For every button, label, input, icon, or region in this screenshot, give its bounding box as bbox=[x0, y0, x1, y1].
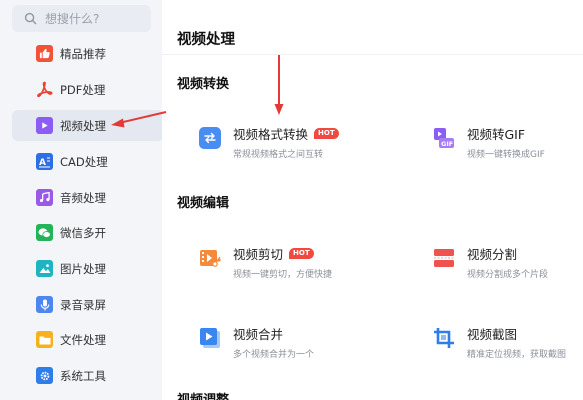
gif-icon: GIF bbox=[433, 127, 455, 149]
sidebar-item-audio[interactable]: 音频处理 bbox=[12, 182, 164, 213]
wechat-icon bbox=[36, 224, 53, 241]
convert-arrows-icon bbox=[199, 127, 221, 149]
tool-description: 视频分割成多个片段 bbox=[467, 270, 549, 280]
sidebar-item-video[interactable]: 视频处理 bbox=[12, 110, 164, 141]
svg-text:GIF: GIF bbox=[441, 140, 453, 148]
hot-badge: HOT bbox=[289, 248, 314, 259]
sidebar-item-label: 系统工具 bbox=[60, 368, 106, 383]
divider bbox=[162, 54, 583, 55]
sidebar-item-wechat[interactable]: 微信多开 bbox=[12, 217, 164, 248]
sidebar-item-label: 音频处理 bbox=[60, 190, 106, 205]
sidebar-item-label: 图片处理 bbox=[60, 261, 106, 276]
tool-name: 视频格式转换 bbox=[233, 127, 309, 142]
search-placeholder: 想搜什么? bbox=[45, 12, 100, 26]
sidebar-item-label: 精品推荐 bbox=[60, 46, 106, 61]
tool-description: 视频一键剪切，方便快捷 bbox=[233, 270, 333, 280]
hot-badge: HOT bbox=[314, 128, 339, 139]
sidebar-item-label: CAD处理 bbox=[60, 154, 108, 169]
tool-description: 常规视频格式之间互转 bbox=[233, 150, 324, 160]
sidebar-item-image[interactable]: 图片处理 bbox=[12, 253, 164, 284]
search-input[interactable]: 想搜什么? bbox=[12, 5, 151, 32]
tool-description: 多个视频合并为一个 bbox=[233, 350, 315, 360]
tool-name: 视频转GIF bbox=[467, 127, 526, 142]
sidebar-item-recording[interactable]: 录音录屏 bbox=[12, 289, 164, 320]
tool-video-to-gif[interactable]: GIF 视频转GIF 视频一键转换成GIF bbox=[433, 124, 545, 160]
tool-name: 视频分割 bbox=[467, 247, 518, 262]
section-title: 视频编辑 bbox=[177, 196, 230, 211]
merge-play-icon bbox=[199, 327, 221, 349]
main-panel: 视频处理 视频转换 视频格式转换 HOT 常规视频格式之间互转 GIF 视频转GI… bbox=[162, 0, 583, 400]
tool-video-split[interactable]: 视频分割 视频分割成多个片段 bbox=[433, 244, 548, 280]
sidebar-item-file[interactable]: 文件处理 bbox=[12, 324, 164, 355]
cad-icon: A bbox=[36, 153, 53, 170]
thumbs-up-icon bbox=[36, 45, 53, 62]
film-scissors-icon bbox=[199, 247, 221, 269]
sidebar-item-recommended[interactable]: 精品推荐 bbox=[12, 38, 164, 69]
sidebar-item-label: 视频处理 bbox=[60, 118, 106, 133]
pdf-icon bbox=[36, 81, 53, 98]
tool-description: 视频一键转换成GIF bbox=[467, 150, 545, 160]
tool-description: 精准定位视频，获取截图 bbox=[467, 350, 567, 360]
play-icon bbox=[36, 117, 53, 134]
sidebar-item-label: 微信多开 bbox=[60, 225, 106, 240]
tool-name: 视频合并 bbox=[233, 327, 284, 342]
tool-name: 视频剪切 bbox=[233, 247, 284, 262]
section-title: 视频调整 bbox=[177, 389, 229, 400]
gear-icon bbox=[36, 367, 53, 384]
tool-video-cut[interactable]: 视频剪切 HOT 视频一键剪切，方便快捷 bbox=[199, 244, 332, 280]
sidebar-item-cad[interactable]: A CAD处理 bbox=[12, 146, 164, 177]
tool-video-format-convert[interactable]: 视频格式转换 HOT 常规视频格式之间互转 bbox=[199, 124, 339, 160]
music-note-icon bbox=[36, 189, 53, 206]
sidebar-item-label: 录音录屏 bbox=[60, 297, 106, 312]
search-icon bbox=[24, 12, 37, 25]
split-icon bbox=[433, 247, 455, 269]
sidebar-item-pdf[interactable]: PDF处理 bbox=[12, 74, 164, 105]
tool-name: 视频截图 bbox=[467, 327, 518, 342]
sidebar-item-label: PDF处理 bbox=[60, 82, 106, 97]
tool-video-screenshot[interactable]: 视频截图 精准定位视频，获取截图 bbox=[433, 324, 566, 360]
page-title: 视频处理 bbox=[177, 32, 235, 48]
microphone-icon bbox=[36, 296, 53, 313]
section-title: 视频转换 bbox=[177, 77, 230, 92]
sidebar: 想搜什么? 精品推荐 PDF处理 视频处理 A CAD处理 音频处理 微信多开 … bbox=[0, 0, 164, 400]
sidebar-item-system[interactable]: 系统工具 bbox=[12, 360, 164, 391]
tool-video-merge[interactable]: 视频合并 多个视频合并为一个 bbox=[199, 324, 314, 360]
folder-icon bbox=[36, 331, 53, 348]
sidebar-item-label: 文件处理 bbox=[60, 332, 106, 347]
image-icon bbox=[36, 260, 53, 277]
crop-icon bbox=[433, 327, 455, 349]
